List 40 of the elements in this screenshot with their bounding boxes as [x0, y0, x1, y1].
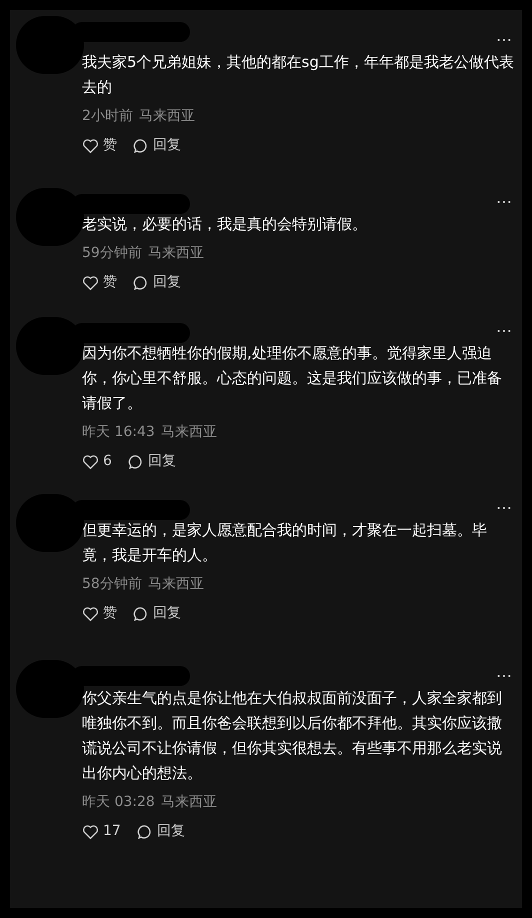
comment-time: 2小时前 [82, 107, 133, 126]
more-button[interactable]: … [496, 315, 514, 339]
comment-location: 马来西亚 [138, 107, 195, 126]
reply-button[interactable]: 回复 [133, 603, 181, 624]
speech-bubble-icon [136, 824, 153, 840]
comment-text: 老实说，必要的话，我是真的会特别请假。 [82, 214, 368, 235]
reply-button[interactable]: 回复 [136, 821, 185, 842]
comment-text: 因为你不想牺牲你的假期,处理你不愿意的事。觉得家里人强迫你，你心里不舒服。心态的问题。这是我们应该做的事，已准备请假了。 [82, 343, 503, 414]
heart-icon [82, 454, 99, 470]
reply-button[interactable]: 回复 [133, 272, 181, 293]
comment-location: 马来西亚 [160, 423, 217, 442]
comment-location: 马来西亚 [160, 793, 217, 812]
comment-time: 58分钟前 [82, 575, 142, 594]
like-button[interactable]: 赞 [82, 272, 117, 293]
comment-text: 你父亲生气的点是你让他在大伯叔叔面前没面子，人家全家都到唯独你不到。而且你爸会联想到以后你都不拜他。其实你应该撒谎说公司不让你请假，但你其实很想去。有些事不用那么老实说出你内心的想法。 [82, 688, 503, 784]
more-button[interactable]: … [496, 24, 514, 48]
comment-text: 我夫家5个兄弟姐妹，其他的都在sg工作，年年都是我老公做代表去的 [82, 52, 514, 98]
speech-bubble-icon [128, 454, 144, 470]
like-button[interactable]: 赞 [82, 603, 117, 624]
heart-icon [82, 138, 99, 154]
like-button[interactable]: 17 [82, 821, 121, 842]
speech-bubble-icon [133, 274, 149, 290]
heart-icon [82, 606, 99, 622]
speech-bubble-icon [133, 138, 149, 154]
reply-button[interactable]: 回复 [128, 451, 176, 472]
comment-time: 59分钟前 [82, 244, 142, 263]
comment-time: 昨天 16:43 [82, 423, 155, 442]
heart-icon [82, 274, 99, 290]
like-button[interactable]: 赞 [82, 135, 117, 156]
comment-text: 但更幸运的，是家人愿意配合我的时间，才聚在一起扫墓。毕竟，我是开车的人。 [82, 520, 488, 566]
more-button[interactable]: … [496, 660, 514, 684]
heart-icon [82, 824, 99, 840]
speech-bubble-icon [133, 606, 149, 622]
comment-time: 昨天 03:28 [82, 793, 155, 812]
comment-location: 马来西亚 [148, 575, 204, 594]
like-button[interactable]: 6 [82, 451, 112, 472]
reply-button[interactable]: 回复 [133, 135, 181, 156]
comment-location: 马来西亚 [148, 244, 204, 263]
more-button[interactable]: … [496, 186, 514, 210]
more-button[interactable]: … [496, 492, 514, 516]
